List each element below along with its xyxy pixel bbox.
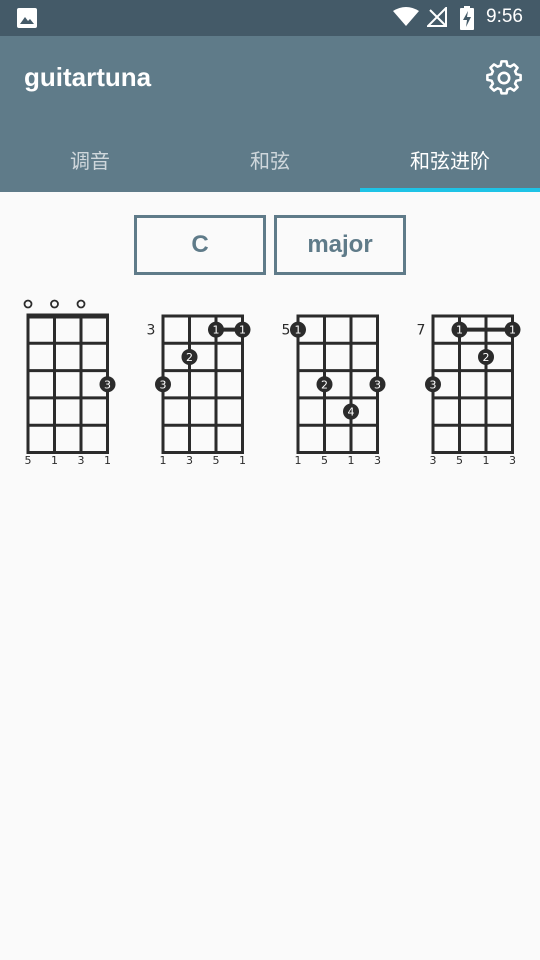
interval-label: 1 [295, 454, 302, 467]
chord-diagram-canvas: 35 1 3 13 1 1231 3 5 15 12 341 5 1 37 1 1233 5 1 3 [23, 299, 521, 467]
finger-dot-label: 3 [104, 378, 111, 391]
settings-button[interactable] [486, 60, 522, 96]
barre-dot-start-label: 1 [213, 324, 220, 337]
interval-label: 1 [348, 454, 355, 467]
interval-label: 1 [160, 454, 167, 467]
finger-dot-label: 2 [321, 378, 328, 391]
chord-quality-selector[interactable]: major [274, 215, 406, 275]
status-clock: 9:56 [486, 6, 523, 27]
open-string-marker [23, 299, 33, 309]
tab-chords[interactable]: 和弦 [180, 126, 360, 192]
open-string-marker [50, 299, 59, 309]
interval-label: 3 [509, 454, 516, 467]
gallery-notification-icon [17, 8, 37, 28]
app-bar: guitartuna 调音 和弦 和弦进阶 [0, 36, 540, 192]
finger-dot-label: 4 [348, 406, 355, 419]
start-fret-label: 3 [147, 323, 156, 339]
chord-diagram-1: 3 5 1 3 1 [23, 299, 116, 467]
chord-diagram-3: 5 12 341 5 1 3 [282, 314, 386, 467]
interval-label: 3 [430, 454, 437, 467]
barre-dot-end-label: 1 [239, 324, 246, 337]
start-fret-label: 5 [282, 323, 291, 339]
app-title: guitartuna [24, 62, 152, 92]
chord-diagrams: 35131311231351512341513711233513 [0, 290, 540, 480]
open-string-marker [76, 299, 86, 309]
finger-dot-label: 3 [430, 378, 437, 391]
chord-diagram-4: 7 1 1 2 3 3 5 1 3 [417, 314, 521, 467]
interval-label: 3 [186, 454, 193, 467]
start-fret-label: 7 [417, 323, 426, 339]
interval-label: 1 [239, 454, 246, 467]
status-bar: 9:56 [0, 0, 540, 36]
tab-bar: 调音 和弦 和弦进阶 [0, 126, 540, 192]
interval-label: 5 [213, 454, 220, 467]
interval-label: 5 [321, 454, 328, 467]
finger-dot-label: 3 [160, 378, 167, 391]
finger-dot-label: 1 [295, 324, 302, 337]
interval-label: 1 [51, 454, 58, 467]
battery-charging-icon [460, 6, 474, 30]
tab-tuner[interactable]: 调音 [0, 126, 180, 192]
signal-icon [427, 7, 447, 27]
gear-icon [486, 60, 522, 95]
interval-label: 5 [456, 454, 463, 467]
interval-label: 1 [104, 454, 111, 467]
interval-label: 3 [374, 454, 381, 467]
interval-label: 3 [78, 454, 85, 467]
tab-chord-progressions[interactable]: 和弦进阶 [360, 126, 540, 192]
finger-dot-label: 2 [186, 351, 193, 364]
chord-diagram-2: 3 1 1 2 3 1 3 5 1 [147, 314, 251, 467]
interval-label: 1 [483, 454, 490, 467]
key-selector[interactable]: C [134, 215, 266, 275]
barre-dot-start-label: 1 [456, 324, 463, 337]
wifi-icon [393, 7, 419, 26]
finger-dot-label: 3 [374, 378, 381, 391]
barre-dot-end-label: 1 [509, 324, 516, 337]
interval-label: 5 [25, 454, 32, 467]
finger-dot-label: 2 [483, 351, 490, 364]
